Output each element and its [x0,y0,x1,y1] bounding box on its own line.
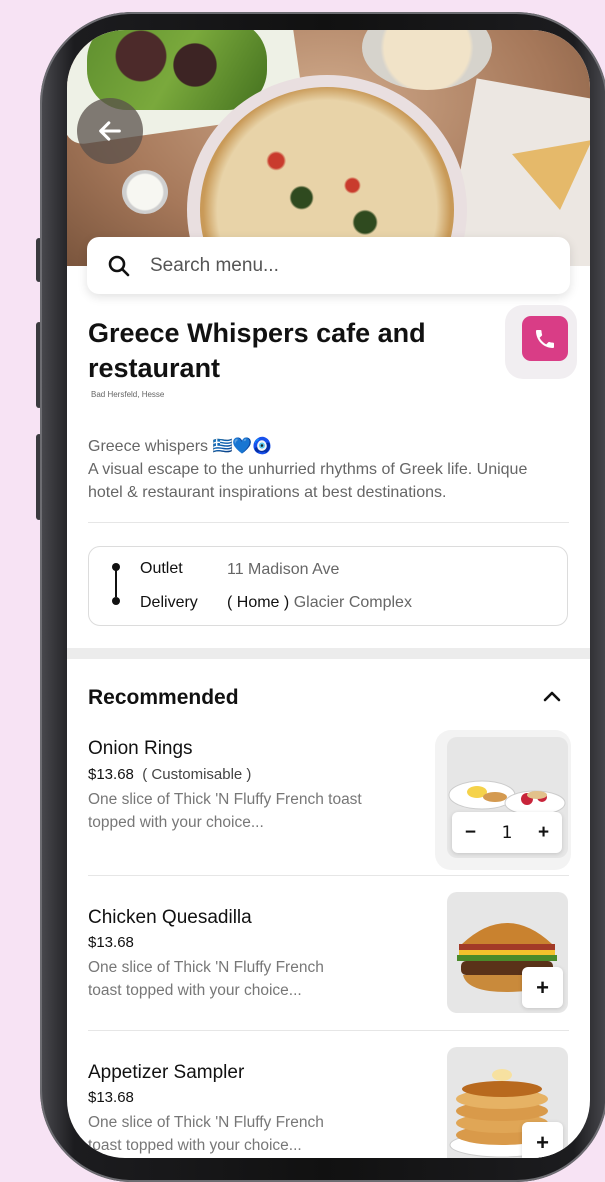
address-card[interactable] [88,546,568,626]
divider [88,875,569,876]
restaurant-location: Bad Hersfeld, Hesse [91,390,165,399]
route-line [115,567,117,597]
search-input[interactable] [148,253,532,278]
restaurant-description: A visual escape to the unhurried rhythms… [88,461,528,501]
phone-icon [536,329,554,348]
quantity-stepper[interactable]: − 1 + [452,812,562,853]
delivery-address: Glacier Complex [293,594,412,611]
section-title-recommended: Recommended [88,686,239,709]
item-price: $13.68 ( Customisable ) [88,766,252,783]
section-gap [67,648,590,659]
back-button[interactable] [77,98,143,164]
back-arrow-icon [99,121,121,141]
item-description: One slice of Thick 'N Fluffy French toas… [88,1114,324,1154]
delivery-dot [112,597,120,605]
divider [88,522,569,523]
add-button[interactable]: + [522,1122,563,1158]
customisable-label: ( Customisable ) [142,766,252,783]
item-name: Chicken Quesadilla [88,907,252,928]
chevron-up-icon[interactable] [540,685,564,709]
item-description: One slice of Thick 'N Fluffy French toas… [88,959,324,999]
search-icon [108,255,130,276]
search-bar[interactable] [87,237,570,294]
divider [88,1030,569,1031]
delivery-value[interactable]: ( Home ) Glacier Complex [227,594,412,612]
app-screen: Greece Whispers cafe and restaurant Bad … [67,30,590,1158]
restaurant-name: Greece Whispers cafe and restaurant [88,318,426,383]
hero-image [67,30,590,266]
item-description: One slice of Thick 'N Fluffy French toas… [88,791,362,831]
increment-button[interactable]: + [538,822,549,844]
restaurant-tagline: Greece whispers 🇬🇷💙🧿 [88,438,273,455]
decrement-button[interactable]: − [465,822,476,844]
call-button[interactable] [522,316,568,361]
outlet-label: Outlet [140,560,183,577]
item-name: Onion Rings [88,738,193,759]
delivery-tag: ( Home ) [227,594,290,611]
delivery-label: Delivery [140,594,198,611]
add-button[interactable]: + [522,967,563,1008]
item-price: $13.68 [88,1089,134,1106]
item-name: Appetizer Sampler [88,1062,245,1083]
item-price: $13.68 [88,934,134,951]
quantity-value: 1 [501,822,513,843]
outlet-value: 11 Madison Ave [227,561,340,578]
